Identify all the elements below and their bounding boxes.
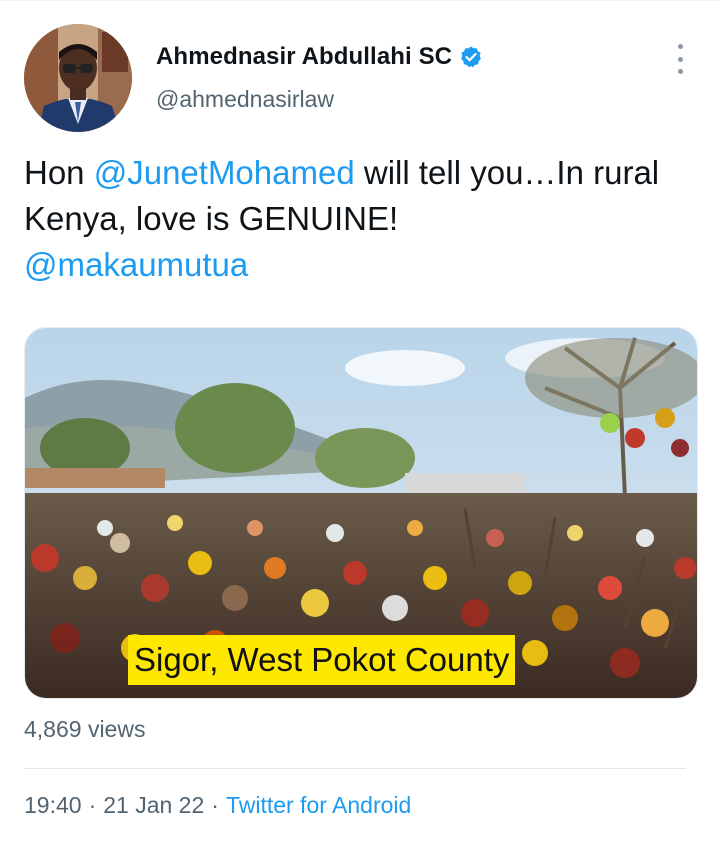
top-divider (0, 0, 720, 1)
meta-separator: · (88, 792, 97, 818)
author-handle[interactable]: @ahmednasirlaw (156, 86, 334, 113)
video-caption: Sigor, West Pokot County (128, 635, 516, 685)
tweet-text: Hon @JunetMohamed will tell you…In rural… (24, 150, 694, 288)
more-dot (677, 44, 683, 49)
tweet-source-link[interactable]: Twitter for Android (226, 792, 411, 818)
tweet-date[interactable]: 21 Jan 22 (103, 792, 204, 818)
tweet-text-lead: Hon (24, 154, 94, 191)
avatar[interactable] (24, 24, 132, 132)
display-name[interactable]: Ahmednasir Abdullahi SC (156, 43, 452, 71)
mention-junetmohamed[interactable]: @JunetMohamed (94, 154, 355, 191)
tweet-time[interactable]: 19:40 (24, 792, 82, 818)
mention-makaumutua[interactable]: @makaumutua (24, 246, 248, 283)
divider (24, 768, 686, 769)
meta-separator: · (211, 792, 219, 818)
verified-badge-icon (459, 45, 483, 69)
tweet-meta: 19:40 · 21 Jan 22 · Twitter for Android (24, 792, 411, 819)
more-dot (677, 56, 683, 62)
more-options-icon[interactable] (668, 44, 692, 74)
author-name-row: Ahmednasir Abdullahi SC (156, 43, 483, 71)
view-count: 4,869 views (24, 716, 146, 742)
more-dot (677, 69, 683, 74)
